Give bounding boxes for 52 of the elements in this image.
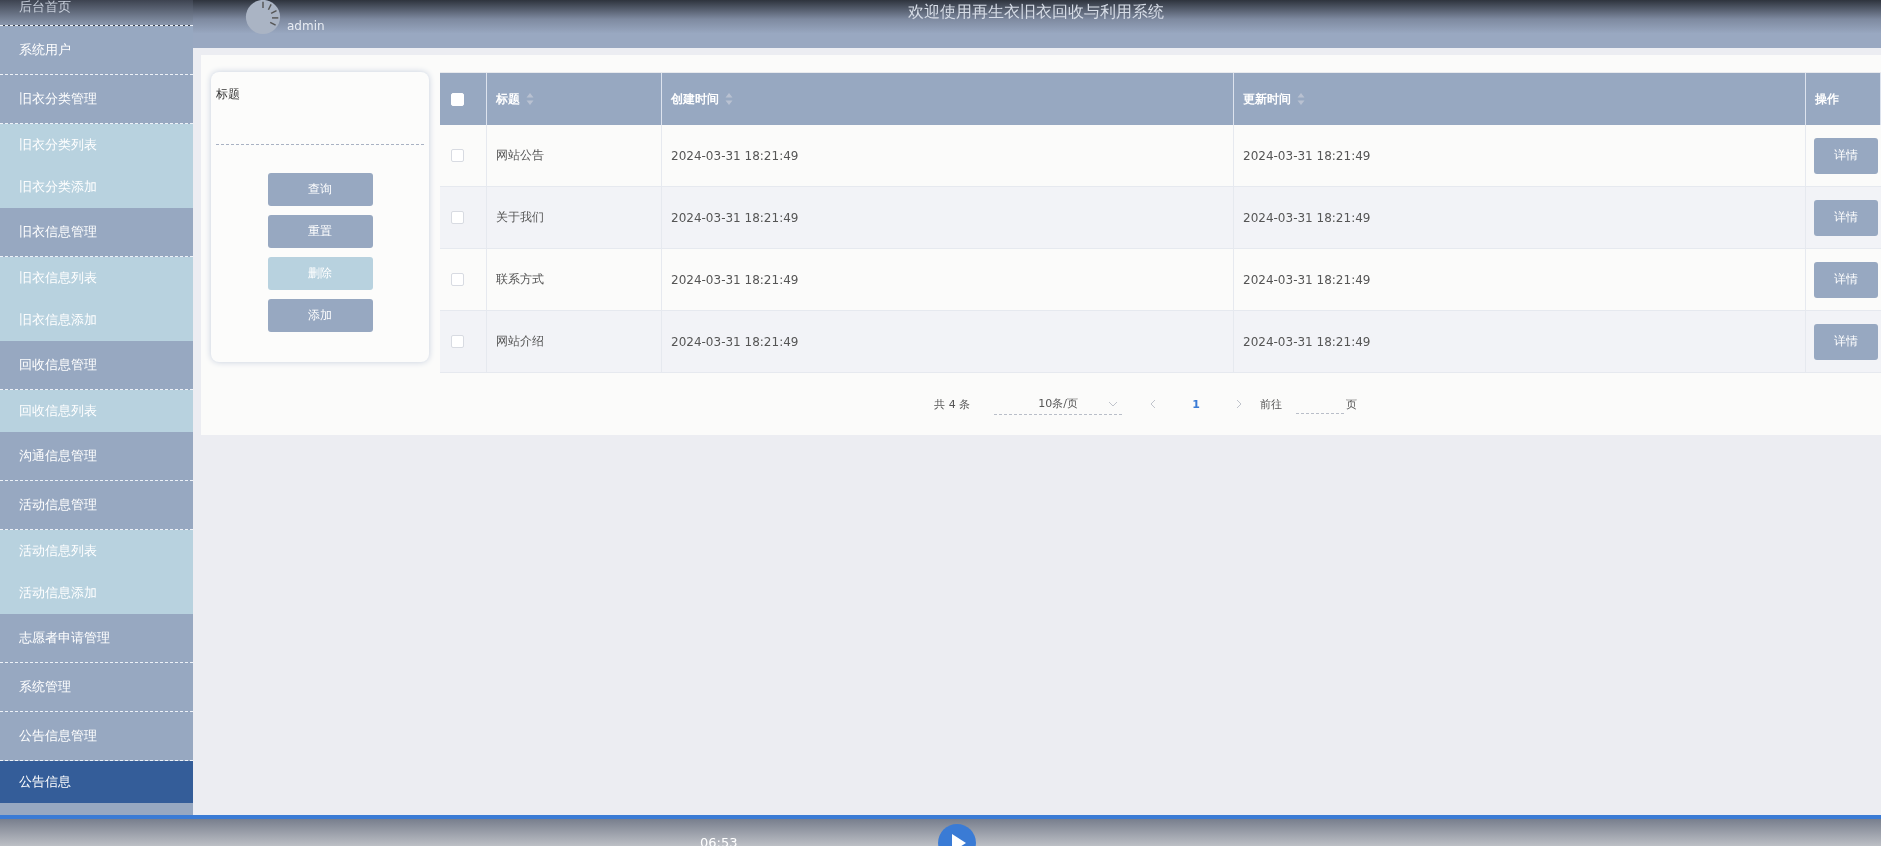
sidebar-subitem[interactable]: 公告信息 xyxy=(0,761,193,803)
table-cell: 2024-03-31 18:21:49 xyxy=(671,334,799,349)
sidebar-item[interactable]: 后台首页 xyxy=(0,0,193,26)
details-button[interactable]: 详情 xyxy=(1814,261,1878,298)
page-suffix: 页 xyxy=(1345,396,1357,412)
sort-icon[interactable] xyxy=(1297,92,1305,106)
sidebar-subitem[interactable]: 旧衣分类添加 xyxy=(0,166,193,208)
select-all-checkbox[interactable] xyxy=(451,92,464,106)
table-cell: 2024-03-31 18:21:49 xyxy=(1243,272,1371,287)
details-button[interactable]: 详情 xyxy=(1814,137,1878,174)
details-button[interactable]: 详情 xyxy=(1814,323,1878,360)
table-cell: 2024-03-31 18:21:49 xyxy=(1243,148,1371,163)
table-cell: 2024-03-31 18:21:49 xyxy=(671,210,799,225)
sort-icon[interactable] xyxy=(526,92,534,106)
row-checkbox[interactable] xyxy=(451,335,464,348)
spinner-icon xyxy=(245,0,281,35)
goto-label: 前往 xyxy=(1259,396,1282,412)
page-title: 欢迎使用再生衣旧衣回收与利用系统 xyxy=(908,2,1164,23)
row-checkbox[interactable] xyxy=(451,211,464,224)
previous-page-icon[interactable] xyxy=(1150,399,1157,409)
column-header[interactable]: 创建时间 xyxy=(671,90,733,108)
table-cell: 网站介绍 xyxy=(496,333,544,350)
search-button[interactable]: 查询 xyxy=(267,173,373,206)
chevron-down-icon xyxy=(1108,400,1119,407)
sidebar-subitem[interactable]: 活动信息添加 xyxy=(0,572,193,614)
sidebar-subitem[interactable]: 活动信息列表 xyxy=(0,530,193,572)
sidebar-subitem[interactable]: 旧衣信息添加 xyxy=(0,299,193,341)
details-button[interactable]: 详情 xyxy=(1814,199,1878,236)
column-header[interactable]: 操作 xyxy=(1815,90,1839,108)
column-header[interactable]: 标题 xyxy=(496,90,534,108)
row-checkbox[interactable] xyxy=(451,149,464,162)
next-page-icon[interactable] xyxy=(1235,399,1242,409)
page-size-select[interactable]: 10条/页 xyxy=(994,393,1123,415)
table-cell: 2024-03-31 18:21:49 xyxy=(1243,210,1371,225)
table-cell: 2024-03-31 18:21:49 xyxy=(1243,334,1371,349)
table-cell: 联系方式 xyxy=(496,271,544,288)
row-checkbox[interactable] xyxy=(451,273,464,286)
field-label: 标题 xyxy=(216,86,241,103)
username: admin xyxy=(287,19,325,33)
sidebar-subitem[interactable]: 回收信息列表 xyxy=(0,390,193,432)
table-cell: 2024-03-31 18:21:49 xyxy=(671,272,799,287)
total-count: 共 4 条 xyxy=(934,396,971,412)
search-button[interactable]: 添加 xyxy=(267,299,373,332)
search-button[interactable]: 重置 xyxy=(267,215,373,248)
column-header[interactable]: 更新时间 xyxy=(1243,90,1305,108)
sidebar-subitem[interactable]: 旧衣信息列表 xyxy=(0,257,193,299)
sort-icon[interactable] xyxy=(725,92,733,106)
sidebar-subitem[interactable]: 旧衣分类列表 xyxy=(0,124,193,166)
table-cell: 2024-03-31 18:21:49 xyxy=(671,148,799,163)
page-number[interactable]: 1 xyxy=(1192,397,1200,411)
table-cell: 关于我们 xyxy=(496,209,544,226)
table-cell: 网站公告 xyxy=(496,147,544,164)
